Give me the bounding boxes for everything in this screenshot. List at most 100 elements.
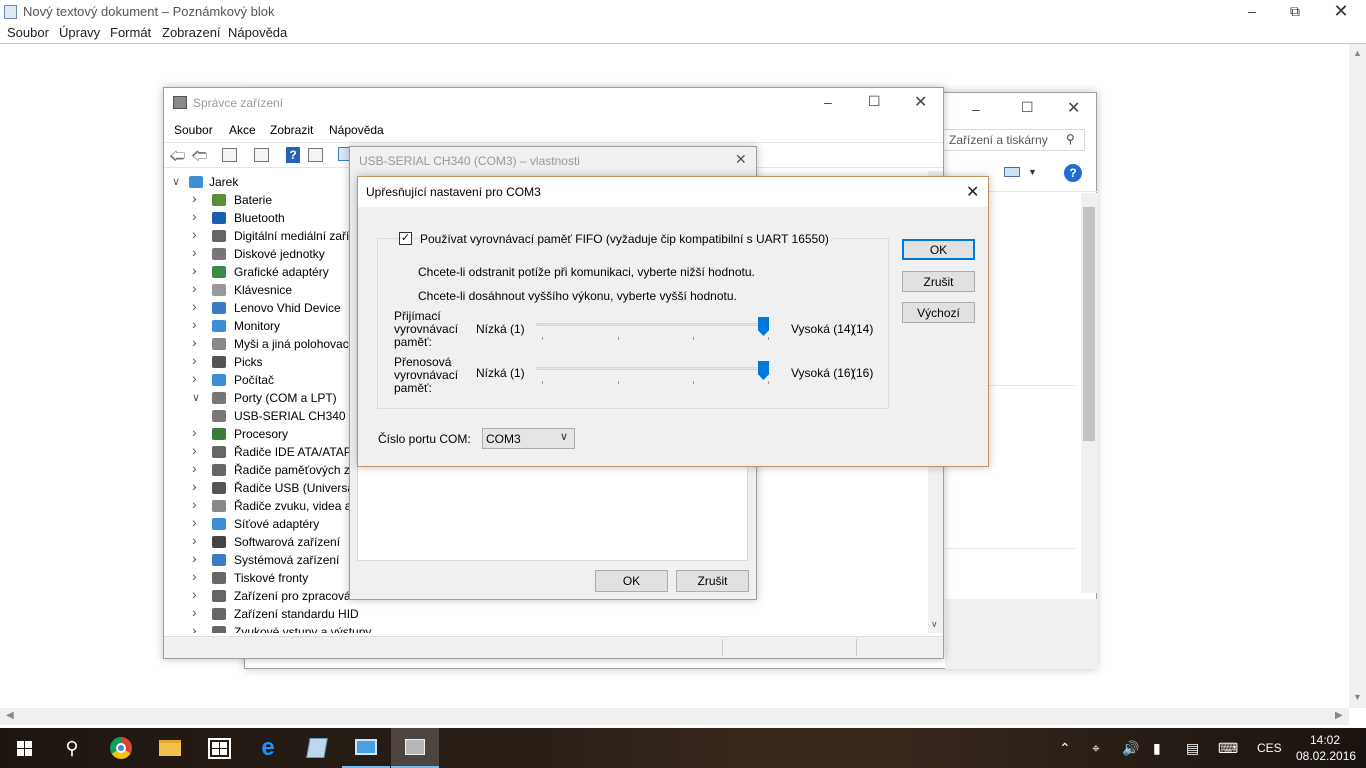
chevron-down-icon[interactable]: ▼ <box>1028 167 1037 177</box>
notepad-vertical-scrollbar[interactable]: ▲ ▼ <box>1349 44 1366 708</box>
chevron-down-icon[interactable]: ∨ <box>192 391 202 404</box>
scrollbar[interactable] <box>1081 193 1098 593</box>
chevron-right-icon[interactable]: › <box>192 514 202 530</box>
chevron-right-icon[interactable]: › <box>192 460 202 476</box>
device-icon <box>212 464 226 476</box>
tree-item-label: Porty (COM a LPT) <box>234 391 337 405</box>
menu-upravy[interactable]: Úpravy <box>59 25 100 40</box>
tree-item-label: Počítač <box>234 373 275 387</box>
divider <box>945 548 1075 549</box>
forward-icon[interactable]: 🢢 <box>191 145 207 172</box>
menu-zobrazit[interactable]: Zobrazit <box>270 123 313 137</box>
ok-button[interactable]: OK <box>595 570 668 592</box>
back-icon[interactable]: 🢠 <box>169 145 185 172</box>
com-port-select[interactable]: COM3 ∨ <box>482 428 575 449</box>
chevron-right-icon[interactable]: › <box>192 190 202 206</box>
menu-napoveda[interactable]: Nápověda <box>228 25 287 40</box>
defaults-button[interactable]: Výchozí <box>902 302 975 323</box>
menu-soubor[interactable]: Soubor <box>174 123 213 137</box>
minimize-button[interactable]: – <box>972 101 980 117</box>
chevron-right-icon[interactable]: › <box>192 478 202 494</box>
restore-button[interactable]: ⧉ <box>1272 0 1318 24</box>
battery-icon[interactable]: ▮ <box>1153 740 1161 757</box>
chevron-right-icon[interactable]: › <box>192 262 202 278</box>
help-icon[interactable]: ? <box>1064 164 1082 182</box>
close-button[interactable]: ✕ <box>1067 98 1080 118</box>
clock-time[interactable]: 14:02 <box>1310 733 1340 747</box>
volume-icon[interactable]: 🔊 <box>1122 740 1139 757</box>
cancel-button[interactable]: Zrušit <box>676 570 749 592</box>
chevron-right-icon[interactable]: › <box>192 442 202 458</box>
notepad-horizontal-scrollbar[interactable]: ◀ ▶ <box>0 708 1349 725</box>
chevron-right-icon[interactable]: › <box>192 568 202 584</box>
maximize-button[interactable]: ☐ <box>868 93 881 110</box>
chevron-right-icon[interactable]: › <box>192 496 202 512</box>
minimize-button[interactable]: – <box>1229 0 1275 24</box>
menu-napoveda[interactable]: Nápověda <box>329 123 384 137</box>
keyboard-icon[interactable]: ⌨ <box>1218 740 1238 757</box>
menu-zobrazeni[interactable]: Zobrazení <box>162 25 221 40</box>
clock-date[interactable]: 08.02.2016 <box>1296 749 1356 763</box>
notepad-taskbar-icon[interactable] <box>293 728 341 768</box>
chevron-down-icon[interactable]: ∨ <box>931 619 938 630</box>
list-icon[interactable] <box>254 148 269 162</box>
help-icon[interactable]: ? <box>286 147 300 163</box>
ok-button[interactable]: OK <box>902 239 975 260</box>
close-button[interactable]: ✕ <box>735 151 747 168</box>
scroll-thumb[interactable] <box>1083 207 1095 441</box>
rx-slider-track[interactable] <box>536 323 769 326</box>
device-icon <box>212 374 226 386</box>
chevron-right-icon[interactable]: › <box>192 352 202 368</box>
store-icon[interactable] <box>195 728 243 768</box>
chevron-right-icon[interactable]: › <box>192 334 202 350</box>
maximize-button[interactable]: ☐ <box>1021 99 1034 116</box>
chevron-right-icon[interactable]: › <box>192 208 202 224</box>
advanced-settings-dialog: Upřesňující nastavení pro COM3 ✕ ✓ Použí… <box>357 176 989 467</box>
minimize-button[interactable]: – <box>824 94 832 110</box>
rx-low-label: Nízká (1) <box>476 322 525 336</box>
menu-soubor[interactable]: Soubor <box>7 25 49 40</box>
view-icon[interactable] <box>308 148 323 162</box>
file-explorer-icon[interactable] <box>146 728 194 768</box>
control-panel-taskbar-icon[interactable] <box>342 728 390 768</box>
tree-item-label: Řadiče IDE ATA/ATAPI <box>234 445 356 459</box>
close-button[interactable]: ✕ <box>1318 0 1364 24</box>
properties-icon[interactable] <box>222 148 237 162</box>
chevron-right-icon[interactable]: › <box>192 424 202 440</box>
chevron-right-icon[interactable]: › <box>192 604 202 620</box>
tx-slider-track[interactable] <box>536 367 769 370</box>
tree-item-label: Baterie <box>234 193 273 207</box>
chevron-right-icon[interactable]: › <box>192 370 202 386</box>
menu-format[interactable]: Formát <box>110 25 151 40</box>
fifo-checkbox[interactable]: ✓ <box>399 232 412 245</box>
chevron-right-icon[interactable]: › <box>192 622 202 633</box>
device-manager-taskbar-icon[interactable] <box>391 728 439 768</box>
search-icon[interactable]: ⚲ <box>48 728 96 768</box>
view-icon[interactable] <box>1004 167 1020 177</box>
chevron-right-icon[interactable]: › <box>192 280 202 296</box>
chevron-right-icon[interactable]: › <box>192 244 202 260</box>
chevron-down-icon: ∨ <box>560 431 569 443</box>
chevron-down-icon[interactable]: ∨ <box>172 175 182 188</box>
chevron-right-icon[interactable]: › <box>192 550 202 566</box>
tx-high-label: Vysoká (16) <box>791 366 855 380</box>
wifi-icon[interactable]: ⌖ <box>1092 740 1100 757</box>
close-button[interactable]: ✕ <box>914 92 927 112</box>
chevron-right-icon[interactable]: › <box>192 226 202 242</box>
chevron-right-icon[interactable]: › <box>192 316 202 332</box>
start-button[interactable] <box>0 728 48 768</box>
chevron-right-icon[interactable]: › <box>192 532 202 548</box>
language-indicator[interactable]: CES <box>1257 741 1282 755</box>
tree-item-label: Zařízení pro zpracování <box>234 589 361 603</box>
action-center-icon[interactable]: ▤ <box>1186 740 1199 757</box>
edge-icon[interactable]: e <box>244 728 292 768</box>
menu-akce[interactable]: Akce <box>229 123 256 137</box>
chevron-right-icon[interactable]: › <box>192 298 202 314</box>
chevron-right-icon[interactable]: › <box>192 586 202 602</box>
tree-item-label: Monitory <box>234 319 281 333</box>
search-input[interactable]: Zařízení a tiskárny ⚲ <box>942 129 1085 151</box>
close-button[interactable]: ✕ <box>966 182 979 202</box>
chrome-icon[interactable] <box>97 728 145 768</box>
show-hidden-icons-icon[interactable]: ⌃ <box>1059 740 1071 757</box>
cancel-button[interactable]: Zrušit <box>902 271 975 292</box>
